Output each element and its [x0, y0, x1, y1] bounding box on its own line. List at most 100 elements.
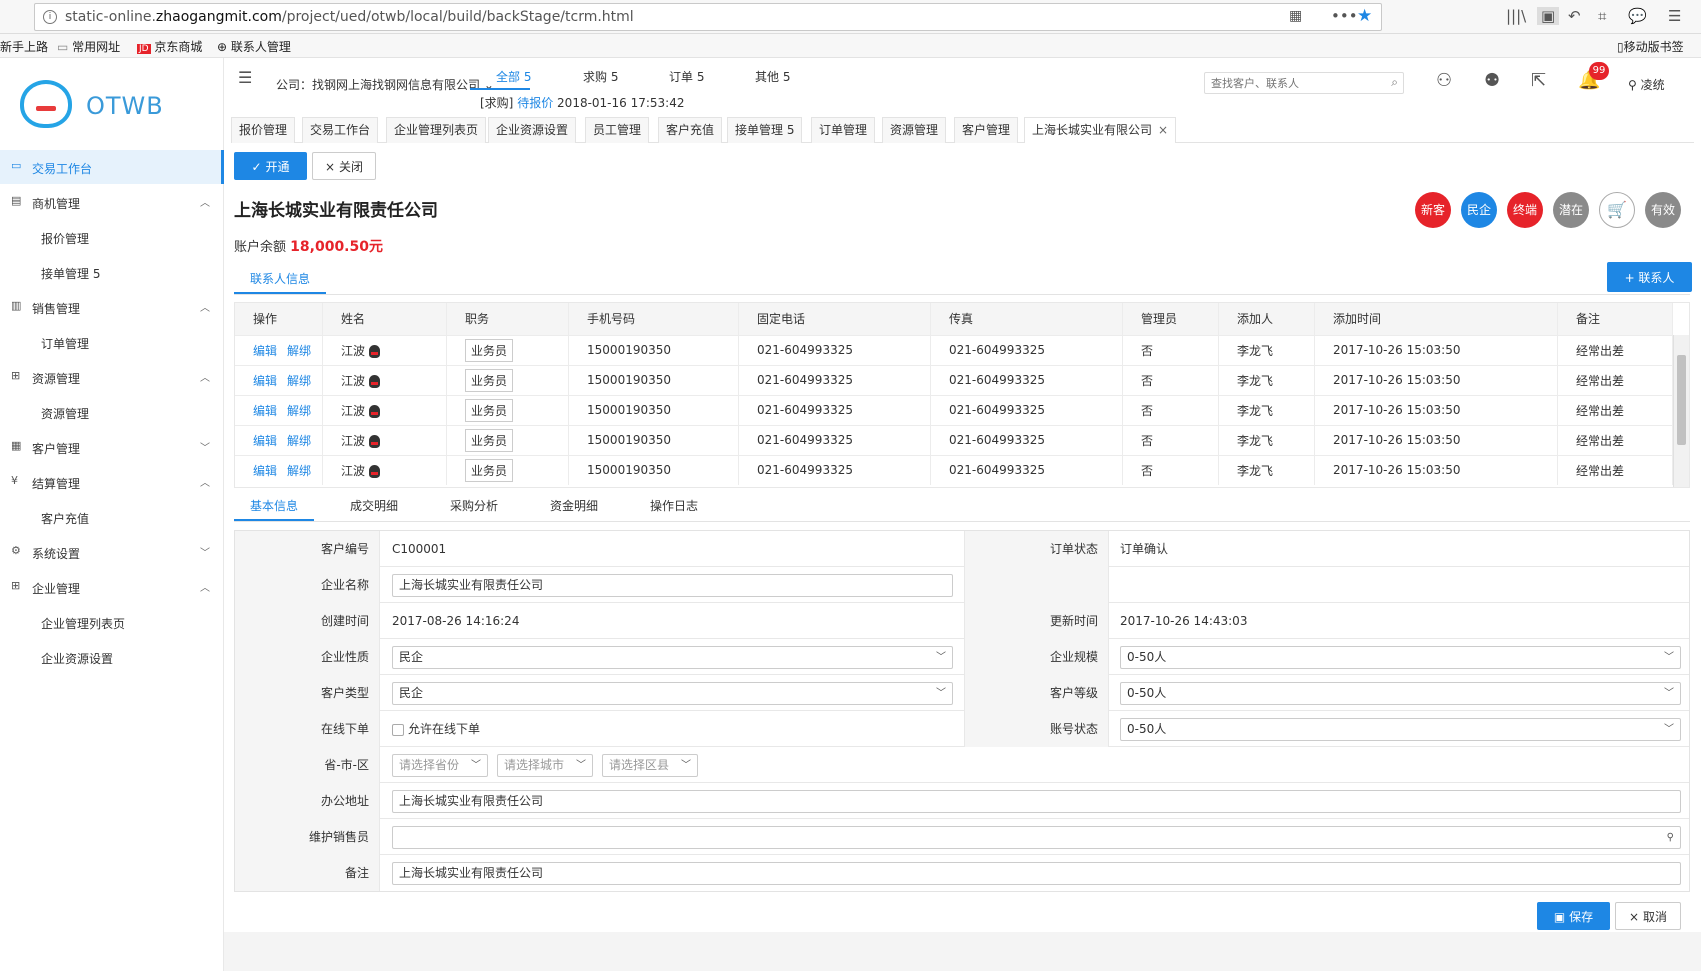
contact-note: 经常出差 [1557, 454, 1673, 485]
edit-link[interactable]: 编辑 [253, 344, 277, 358]
reader-view-icon[interactable]: ▣ [1537, 7, 1560, 25]
close-icon[interactable]: × [1158, 123, 1168, 137]
page-tab[interactable]: 企业资源设置 [488, 117, 577, 143]
checkbox[interactable] [392, 723, 404, 736]
page-tab[interactable]: 客户充值 [658, 117, 723, 143]
qq-icon[interactable] [369, 404, 381, 418]
qq-icon[interactable] [369, 464, 381, 478]
district-select[interactable]: 请选择区县 ﹀ [602, 754, 698, 777]
search-input[interactable] [1205, 73, 1375, 93]
sidebar-subitem-quote[interactable]: 报价管理 [41, 230, 89, 247]
tab-purchase-analysis[interactable]: 采购分析 [450, 497, 498, 514]
tab-purchase[interactable]: 求购 5 [583, 68, 618, 85]
chat-icon[interactable]: 💬 [1628, 7, 1647, 25]
address-bar[interactable]: i static-online.zhaogangmit.com/project/… [34, 3, 1382, 31]
tab-operation-log[interactable]: 操作日志 [650, 497, 698, 514]
sidebar-item-sales[interactable]: ▥ 销售管理 ︿ [0, 290, 224, 324]
tab-other[interactable]: 其他 5 [755, 68, 790, 85]
sidebar-item-customer[interactable]: ▦ 客户管理 ﹀ [0, 430, 224, 464]
page-tab[interactable]: 订单管理 [811, 117, 876, 143]
sidebar-subitem-enterprise-resource[interactable]: 企业资源设置 [41, 650, 113, 667]
qq-icon[interactable] [369, 374, 381, 388]
more-icon[interactable]: ••• [1331, 7, 1358, 25]
search-icon[interactable]: ⌕ [1391, 75, 1398, 90]
office-address-input[interactable]: 上海长城实业有限责任公司 [392, 790, 1681, 813]
unbind-link[interactable]: 解绑 [287, 464, 311, 478]
mobile-bookmarks[interactable]: ▯移动版书签 [1617, 38, 1684, 55]
bookmark-item[interactable]: 新手上路 [0, 38, 48, 55]
collapse-menu-icon[interactable]: ☰ [238, 68, 252, 87]
edit-link[interactable]: 编辑 [253, 464, 277, 478]
province-select[interactable]: 请选择省份 ﹀ [392, 754, 488, 777]
account-status-select[interactable]: 0-50人 ﹀ [1120, 718, 1681, 741]
edit-link[interactable]: 编辑 [253, 434, 277, 448]
page-tab[interactable]: 接单管理 5 [727, 117, 803, 143]
sidebar-item-enterprise[interactable]: ⊞ 企业管理 ︿ [0, 570, 224, 604]
user-menu[interactable]: ⚲ 凌统 [1628, 76, 1665, 93]
bookmark-item[interactable]: ⊕ 联系人管理 [217, 38, 291, 55]
company-name-input[interactable]: 上海长城实业有限责任公司 [392, 574, 953, 597]
library-icon[interactable]: |||\ [1506, 7, 1526, 25]
customer-type-select[interactable]: 民企 ﹀ [392, 682, 953, 705]
sidebar-subitem-enterprise-list[interactable]: 企业管理列表页 [41, 615, 125, 632]
user-group-icon[interactable]: ⚉ [1484, 70, 1500, 91]
cart-icon[interactable]: 🛒 [1599, 192, 1635, 228]
edit-link[interactable]: 编辑 [253, 374, 277, 388]
page-tab-active[interactable]: 上海长城实业有限公司 × [1024, 117, 1177, 143]
sidebar-subitem-orders-received[interactable]: 接单管理 5 [41, 265, 100, 282]
page-tab[interactable]: 企业管理列表页 [386, 117, 487, 143]
pending-quote-link[interactable]: 待报价 [517, 96, 553, 110]
open-button[interactable]: ✓ 开通 [234, 152, 307, 180]
customer-level-select[interactable]: 0-50人 ﹀ [1120, 682, 1681, 705]
add-user-icon[interactable]: ⚇ [1436, 70, 1452, 91]
qq-icon[interactable] [369, 434, 381, 448]
page-tab[interactable]: 报价管理 [231, 117, 296, 143]
cancel-button[interactable]: × 取消 [1615, 902, 1681, 930]
add-contact-button[interactable]: + 联系人 [1607, 262, 1692, 292]
sidebar-subitem-resource[interactable]: 资源管理 [41, 405, 89, 422]
tab-transactions[interactable]: 成交明细 [350, 497, 398, 514]
tab-basic-info[interactable]: 基本信息 [250, 497, 298, 514]
company-nature-select[interactable]: 民企 ﹀ [392, 646, 953, 669]
star-icon[interactable]: ★ [1357, 6, 1372, 26]
sidebar-item-system[interactable]: ⚙ 系统设置 ﹀ [0, 535, 224, 569]
tab-order[interactable]: 订单 5 [669, 68, 704, 85]
remark-input[interactable]: 上海长城实业有限责任公司 [392, 862, 1681, 885]
crop-icon[interactable]: ⌗ [1598, 7, 1606, 25]
undo-icon[interactable]: ↶ [1568, 7, 1581, 25]
table-scrollbar[interactable] [1673, 335, 1689, 487]
tab-funds[interactable]: 资金明细 [550, 497, 598, 514]
close-button[interactable]: × 关闭 [312, 152, 376, 180]
sidebar-item-opportunity[interactable]: ▤ 商机管理 ︿ [0, 185, 224, 219]
qr-code-icon[interactable]: ▦ [1289, 8, 1302, 24]
tab-contact-info[interactable]: 联系人信息 [250, 270, 310, 287]
sidebar-subitem-order[interactable]: 订单管理 [41, 335, 89, 352]
company-scale-select[interactable]: 0-50人 ﹀ [1120, 646, 1681, 669]
page-tab[interactable]: 交易工作台 [302, 117, 379, 143]
save-button[interactable]: ▣ 保存 [1537, 902, 1610, 930]
scrollbar-thumb[interactable] [1677, 355, 1686, 445]
page-tab[interactable]: 员工管理 [585, 117, 650, 143]
info-icon[interactable]: i [43, 10, 57, 24]
company-selector[interactable]: 公司：找钢网上海找钢网信息有限公司 ⌄ [276, 76, 494, 93]
unbind-link[interactable]: 解绑 [287, 344, 311, 358]
sidebar-item-resource[interactable]: ⊞ 资源管理 ︿ [0, 360, 224, 394]
tab-all[interactable]: 全部 5 [496, 68, 531, 85]
share-icon[interactable]: ⇱ [1531, 70, 1546, 91]
page-tab[interactable]: 资源管理 [882, 117, 947, 143]
sales-rep-input[interactable]: ⚲ [392, 826, 1681, 849]
sidebar-subitem-recharge[interactable]: 客户充值 [41, 510, 89, 527]
allow-online-order[interactable]: 允许在线下单 [392, 711, 480, 747]
bookmark-item[interactable]: JD 京东商城 [137, 38, 202, 55]
city-select[interactable]: 请选择城市 ﹀ [497, 754, 593, 777]
edit-link[interactable]: 编辑 [253, 404, 277, 418]
unbind-link[interactable]: 解绑 [287, 374, 311, 388]
sidebar-item-settlement[interactable]: ¥ 结算管理 ︿ [0, 465, 224, 499]
bookmark-item[interactable]: ▭ 常用网址 [57, 38, 120, 55]
qq-icon[interactable] [369, 344, 381, 358]
unbind-link[interactable]: 解绑 [287, 434, 311, 448]
menu-icon[interactable]: ☰ [1668, 7, 1681, 25]
sidebar-item-trade-workbench[interactable]: ▭ 交易工作台 [0, 150, 224, 184]
page-tab[interactable]: 客户管理 [954, 117, 1019, 143]
unbind-link[interactable]: 解绑 [287, 404, 311, 418]
